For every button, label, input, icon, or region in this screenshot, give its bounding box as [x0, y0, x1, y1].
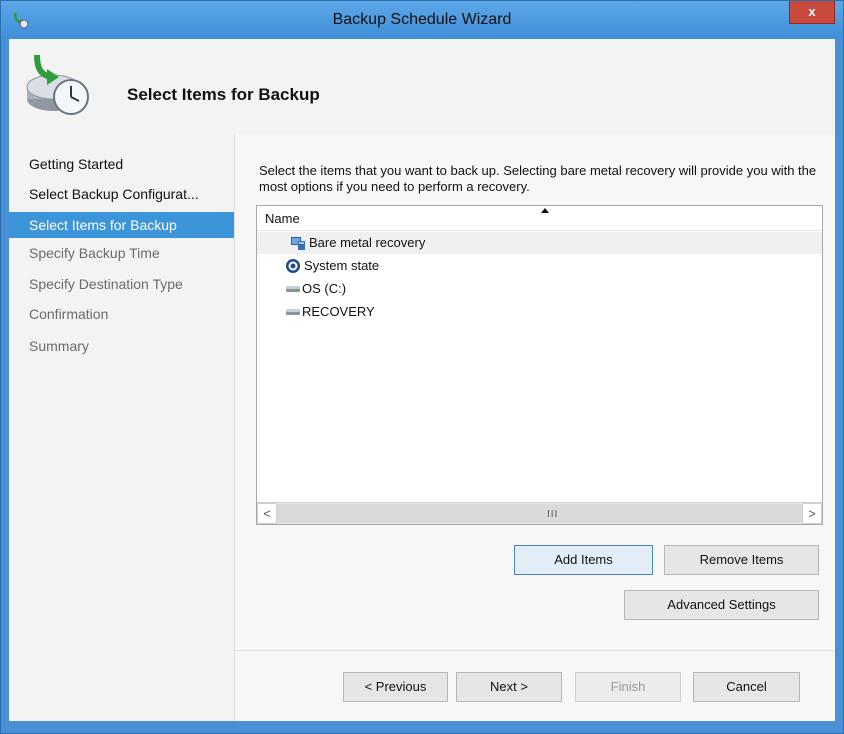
- drive-icon: [286, 286, 300, 292]
- horizontal-scrollbar[interactable]: < III >: [257, 502, 822, 524]
- wizard-header: Select Items for Backup: [9, 39, 835, 136]
- list-item-label: RECOVERY: [302, 304, 375, 319]
- nav-step-select-backup-configuration[interactable]: Select Backup Configurat...: [9, 181, 234, 207]
- scroll-left-button[interactable]: <: [257, 503, 277, 524]
- scroll-right-button[interactable]: >: [802, 503, 822, 524]
- list-item-label: System state: [304, 258, 380, 273]
- list-header[interactable]: Name: [257, 206, 822, 231]
- drive-icon: [286, 309, 300, 315]
- close-button[interactable]: x: [789, 1, 835, 24]
- finish-button: Finish: [575, 672, 681, 702]
- add-items-button[interactable]: Add Items: [514, 545, 653, 575]
- list-item-label: OS (C:): [302, 281, 347, 296]
- next-button[interactable]: Next >: [456, 672, 562, 702]
- scroll-grip-icon: III: [547, 509, 559, 520]
- page-title: Select Items for Backup: [127, 85, 320, 104]
- list-item[interactable]: Bare metal recovery: [257, 232, 822, 254]
- nav-step-select-items-for-backup[interactable]: Select Items for Backup: [9, 212, 234, 238]
- nav-step-specify-backup-time: Specify Backup Time: [29, 245, 160, 261]
- wizard-steps-nav: Getting Started Select Backup Configurat…: [9, 135, 235, 721]
- title-bar: Backup Schedule Wizard x: [1, 1, 843, 39]
- list-item[interactable]: RECOVERY: [257, 301, 822, 323]
- backup-schedule-icon: [26, 54, 89, 115]
- cancel-button[interactable]: Cancel: [693, 672, 800, 702]
- advanced-settings-button[interactable]: Advanced Settings: [624, 590, 819, 620]
- nav-step-summary: Summary: [29, 338, 89, 354]
- nav-step-specify-destination-type: Specify Destination Type: [29, 276, 183, 292]
- column-header-name[interactable]: Name: [265, 211, 300, 226]
- scroll-thumb[interactable]: III: [277, 504, 802, 523]
- system-state-icon: [286, 259, 300, 273]
- footer-divider: [235, 650, 835, 651]
- list-item-label: Bare metal recovery: [309, 235, 426, 250]
- list-item[interactable]: System state: [257, 255, 822, 277]
- previous-button[interactable]: < Previous: [343, 672, 448, 702]
- backup-items-list[interactable]: Name Bare metal recovery System state OS…: [256, 205, 823, 525]
- bare-metal-recovery-icon: [291, 237, 305, 250]
- wizard-content: Select the items that you want to back u…: [235, 135, 835, 721]
- instructions-text: Select the items that you want to back u…: [259, 163, 817, 194]
- nav-step-confirmation: Confirmation: [29, 306, 109, 322]
- wizard-window: Backup Schedule Wizard x Select Items fo…: [0, 0, 844, 734]
- remove-items-button[interactable]: Remove Items: [664, 545, 819, 575]
- list-item[interactable]: OS (C:): [257, 278, 822, 300]
- nav-step-getting-started[interactable]: Getting Started: [9, 151, 234, 177]
- sort-ascending-icon: [541, 208, 549, 213]
- window-title: Backup Schedule Wizard: [332, 11, 512, 28]
